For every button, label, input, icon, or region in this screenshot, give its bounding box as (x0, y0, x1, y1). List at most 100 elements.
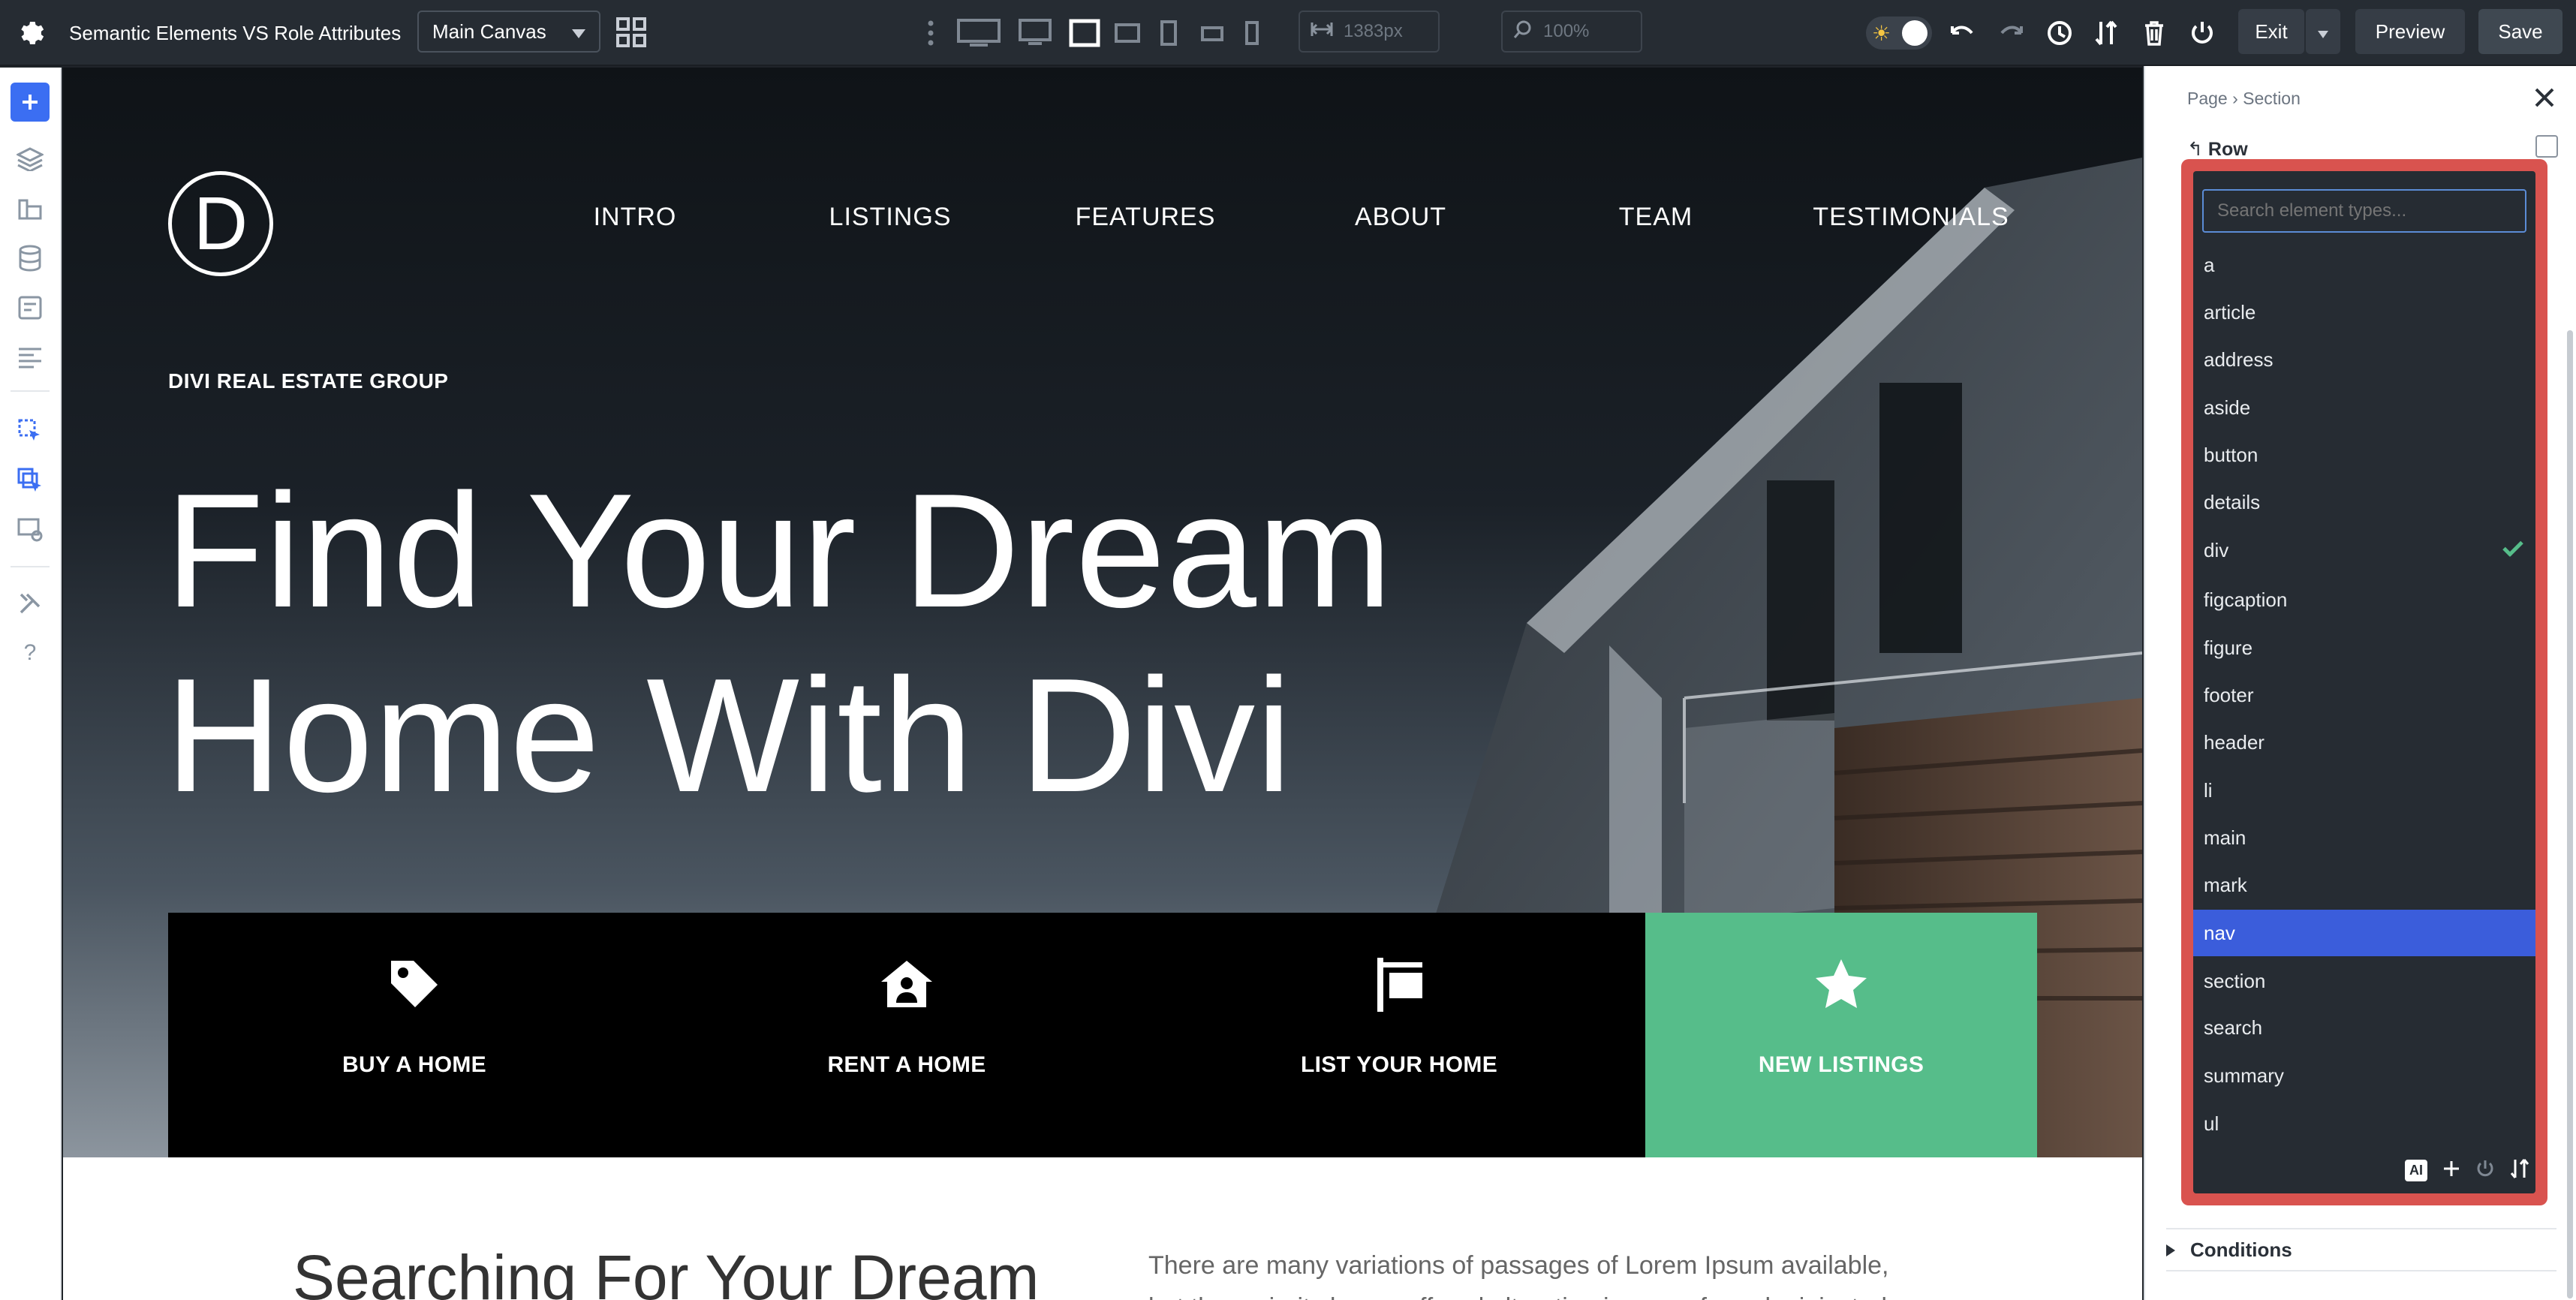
element-type-option-label: header (2204, 730, 2265, 754)
element-type-option-label: figcaption (2204, 588, 2288, 611)
card-label: RENT A HOME (827, 1052, 986, 1077)
checkmark-icon (2502, 539, 2523, 562)
section-heading: Searching For Your Dream (293, 1242, 1040, 1300)
card-new-listings[interactable]: NEW LISTINGS (1645, 913, 2037, 1157)
settings-gear-icon[interactable] (15, 18, 45, 48)
element-type-search-input[interactable] (2202, 189, 2526, 233)
element-type-option-section[interactable]: section (2193, 958, 2535, 1004)
nav-link-team[interactable]: TEAM (1619, 203, 1693, 232)
element-type-option-a[interactable]: a (2193, 242, 2535, 288)
power-icon[interactable] (2187, 17, 2217, 50)
back-arrow-icon[interactable]: ↰ (2187, 139, 2208, 160)
theme-builder-icon[interactable] (11, 189, 50, 228)
nav-link-listings[interactable]: LISTINGS (829, 203, 952, 232)
phone-portrait-view-icon[interactable] (1243, 18, 1261, 48)
light-dark-toggle[interactable]: ☀ (1866, 17, 1932, 50)
layers-icon[interactable] (11, 140, 50, 179)
ai-icon[interactable]: AI (2405, 1160, 2427, 1181)
select-cursor-icon[interactable] (11, 411, 50, 450)
add-plus-icon[interactable] (2442, 1160, 2460, 1181)
element-type-option-main[interactable]: main (2193, 814, 2535, 861)
element-type-option-ul[interactable]: ul (2193, 1100, 2535, 1147)
top-toolbar: Semantic Elements VS Role Attributes Mai… (0, 0, 2576, 66)
element-type-option-figcaption[interactable]: figcaption (2193, 576, 2535, 623)
panel-options-icon[interactable] (2535, 135, 2558, 158)
canvas-select[interactable]: Main Canvas (417, 11, 600, 53)
desktop-view-icon[interactable] (1016, 17, 1054, 50)
nav-link-testimonials[interactable]: TESTIMONIALS (1813, 203, 2009, 232)
sort-arrows-icon[interactable] (2091, 17, 2121, 50)
breadcrumb-page[interactable]: Page (2187, 89, 2228, 108)
nav-link-intro[interactable]: INTRO (594, 203, 677, 232)
element-type-option-label: main (2204, 826, 2246, 849)
element-type-option-label: button (2204, 443, 2259, 466)
page-title: Semantic Elements VS Role Attributes (69, 21, 402, 44)
element-type-option-div[interactable]: div (2193, 527, 2535, 573)
element-type-option-label: details (2204, 490, 2261, 513)
sun-icon: ☀ (1872, 21, 1891, 45)
element-type-option-details[interactable]: details (2193, 479, 2535, 525)
multi-select-icon[interactable] (11, 461, 50, 500)
breadcrumb-separator-icon: › (2232, 89, 2243, 108)
tools-wrench-icon[interactable] (11, 584, 50, 623)
star-icon (1812, 955, 1870, 1013)
more-vertical-icon[interactable] (923, 18, 938, 48)
nav-link-features[interactable]: FEATURES (1076, 203, 1216, 232)
element-type-option-header[interactable]: header (2193, 719, 2535, 766)
caret-down-icon (2318, 20, 2328, 44)
element-type-option-label: address (2204, 348, 2274, 371)
card-buy-home[interactable]: BUY A HOME (168, 913, 661, 1157)
element-type-option-footer[interactable]: footer (2193, 672, 2535, 718)
element-type-option-figure[interactable]: figure (2193, 624, 2535, 671)
tablet-landscape-view-icon[interactable] (1112, 18, 1142, 48)
element-type-option-article[interactable]: article (2193, 289, 2535, 336)
card-list-home[interactable]: LIST YOUR HOME (1153, 913, 1645, 1157)
canvas-width-field[interactable]: 1383px (1299, 11, 1440, 53)
brand-logo[interactable]: D (168, 171, 273, 276)
panel-scrollbar[interactable] (2567, 330, 2573, 1298)
undo-icon[interactable] (1946, 17, 1979, 50)
element-type-option-mark[interactable]: mark (2193, 862, 2535, 908)
element-type-option-label: article (2204, 300, 2256, 323)
element-type-option-nav[interactable]: nav (2193, 910, 2535, 956)
help-question-icon[interactable]: ? (11, 633, 50, 673)
element-type-option-search[interactable]: search (2193, 1004, 2535, 1051)
module-title: ↰ Row (2187, 138, 2248, 161)
database-icon[interactable] (11, 239, 50, 278)
element-type-option-address[interactable]: address (2193, 336, 2535, 383)
layout-list-icon[interactable] (11, 338, 50, 377)
history-clock-icon[interactable] (2043, 17, 2076, 50)
element-type-option-aside[interactable]: aside (2193, 384, 2535, 431)
phone-landscape-view-icon[interactable] (1199, 21, 1225, 47)
breadcrumb-section[interactable]: Section (2243, 89, 2301, 108)
responsive-preview-icon[interactable] (11, 510, 50, 549)
exit-dropdown-button[interactable] (2306, 9, 2340, 54)
canvas-width-value: 1383px (1344, 21, 1403, 41)
sort-arrows-icon[interactable] (2510, 1158, 2529, 1183)
element-type-option-label: footer (2204, 683, 2254, 706)
save-button[interactable]: Save (2478, 9, 2562, 54)
hero-eyebrow: DIVI REAL ESTATE GROUP (168, 369, 449, 393)
element-type-option-button[interactable]: button (2193, 432, 2535, 478)
conditions-toggle[interactable]: Conditions (2166, 1228, 2556, 1271)
add-element-plus-icon[interactable] (11, 83, 50, 122)
desktop-wide-view-icon[interactable] (955, 17, 1003, 50)
element-type-option-label: mark (2204, 873, 2247, 896)
trash-icon[interactable] (2139, 17, 2169, 50)
laptop-view-icon[interactable] (1067, 17, 1102, 50)
power-icon[interactable] (2475, 1159, 2495, 1182)
page-settings-icon[interactable] (11, 288, 50, 327)
preview-button[interactable]: Preview (2355, 9, 2465, 54)
zoom-field[interactable]: 100% (1501, 11, 1642, 53)
tablet-portrait-view-icon[interactable] (1157, 17, 1180, 50)
exit-button[interactable]: Exit (2238, 9, 2304, 54)
page-canvas: D INTRO LISTINGS FEATURES ABOUT TEAM TES… (63, 68, 2142, 1300)
element-type-option-summary[interactable]: summary (2193, 1052, 2535, 1099)
card-rent-home[interactable]: RENT A HOME (661, 913, 1153, 1157)
element-type-list: a article address aside button details div figc… (2193, 171, 2535, 1193)
element-type-option-li[interactable]: li (2193, 767, 2535, 814)
redo-icon[interactable] (1995, 17, 2028, 50)
nav-link-about[interactable]: ABOUT (1355, 203, 1446, 232)
grid-layout-icon[interactable] (614, 15, 649, 50)
close-panel-icon[interactable] (2532, 86, 2559, 113)
